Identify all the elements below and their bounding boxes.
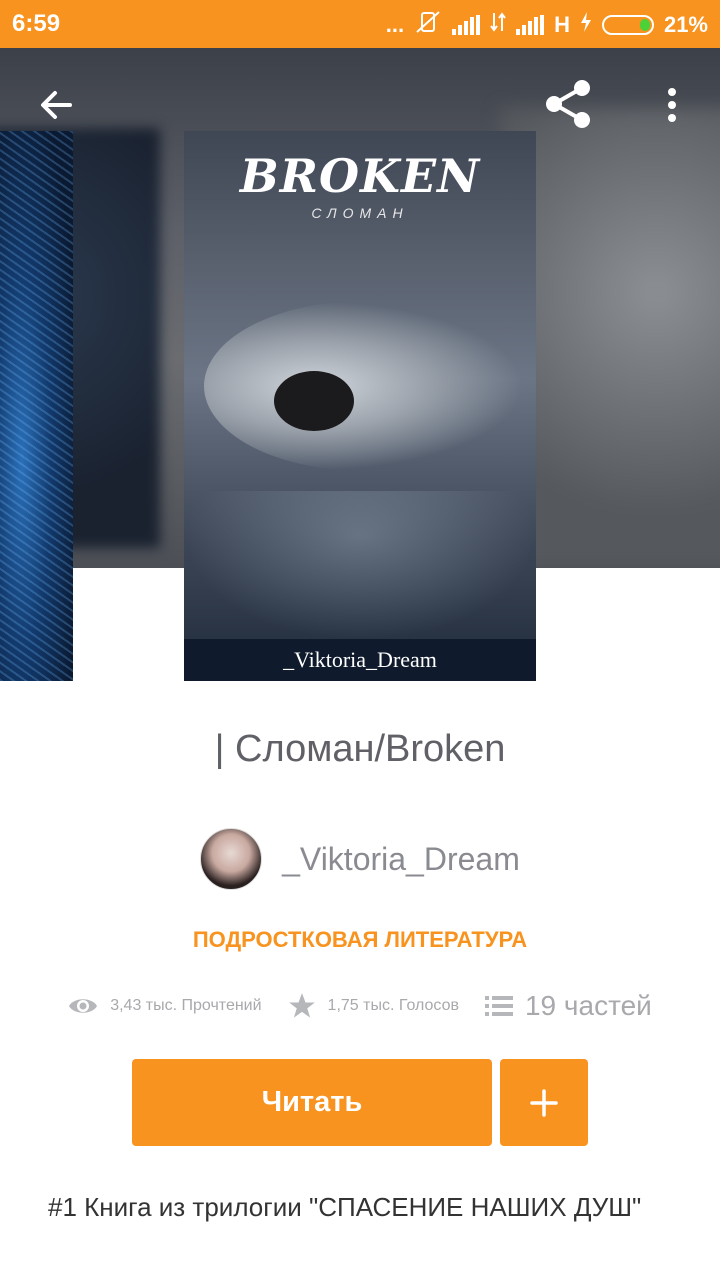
plus-icon bbox=[530, 1088, 558, 1117]
more-vertical-icon bbox=[668, 88, 676, 122]
reads-count: 3,43 тыс. Прочтений bbox=[110, 997, 262, 1014]
author-row[interactable]: _Viktoria_Dream bbox=[0, 828, 720, 890]
battery-percent: 21% bbox=[663, 12, 708, 37]
parts-count: 19 частей bbox=[524, 990, 652, 1021]
read-button[interactable]: Читать bbox=[132, 1059, 492, 1146]
share-icon bbox=[546, 80, 590, 128]
cover-subtitle: СЛОМАН bbox=[311, 205, 409, 221]
back-button[interactable] bbox=[24, 80, 88, 130]
book-description: #1 Книга из трилогии "СПАСЕНИЕ НАШИХ ДУШ… bbox=[48, 1192, 642, 1222]
more-options-button[interactable] bbox=[648, 80, 696, 130]
eye-icon bbox=[69, 999, 98, 1013]
status-bar: 6:59 ... H 21% bbox=[0, 0, 720, 48]
share-button[interactable] bbox=[536, 76, 600, 132]
previous-book-cover[interactable] bbox=[0, 131, 73, 681]
arrow-left-icon bbox=[41, 91, 72, 119]
charging-icon bbox=[580, 12, 592, 38]
status-time: 6:59 bbox=[12, 10, 61, 37]
battery-icon bbox=[601, 15, 654, 35]
status-icons: ... H 21% bbox=[386, 10, 708, 40]
parts-stat[interactable]: 19 частей bbox=[484, 990, 652, 1022]
signal-icon-2 bbox=[516, 15, 545, 35]
votes-stat: 1,75 тыс. Голосов bbox=[288, 992, 459, 1020]
notification-dots: ... bbox=[385, 12, 405, 37]
data-transfer-icon bbox=[490, 11, 506, 39]
add-to-library-button[interactable] bbox=[500, 1059, 588, 1146]
author-avatar[interactable] bbox=[200, 828, 263, 890]
vibrate-off-icon bbox=[414, 10, 442, 40]
list-icon bbox=[484, 996, 513, 1016]
star-icon bbox=[288, 993, 315, 1018]
signal-icon bbox=[452, 15, 481, 35]
book-stats: 3,43 тыс. Прочтений 1,75 тыс. Голосов 19… bbox=[0, 990, 720, 1022]
votes-count: 1,75 тыс. Голосов bbox=[327, 997, 459, 1014]
author-name[interactable]: _Viktoria_Dream bbox=[282, 841, 520, 878]
genre-link[interactable]: ПОДРОСТКОВАЯ ЛИТЕРАТУРА bbox=[0, 927, 720, 953]
reads-stat: 3,43 тыс. Прочтений bbox=[68, 995, 262, 1017]
cover-author: _Viktoria_Dream bbox=[184, 639, 536, 681]
book-title: | Сломан/Broken bbox=[214, 728, 506, 770]
book-cover[interactable]: BROKEN СЛОМАН _Viktoria_Dream bbox=[184, 131, 536, 681]
cover-title: BROKEN bbox=[239, 149, 481, 203]
network-type: H bbox=[554, 12, 570, 37]
